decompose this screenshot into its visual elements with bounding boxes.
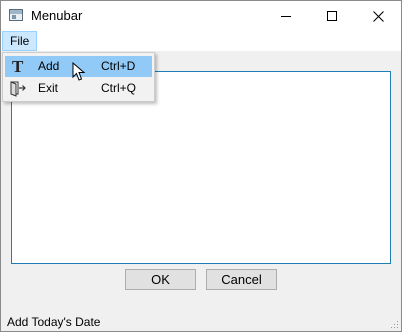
- title-bar[interactable]: Menubar: [1, 1, 401, 31]
- cancel-button[interactable]: Cancel: [206, 269, 277, 290]
- minimize-icon: [281, 16, 291, 17]
- menu-item-shortcut: Ctrl+D: [101, 59, 136, 73]
- menu-bar: File: [1, 31, 401, 51]
- app-window: Menubar File OK Cancel Add Today's Date: [0, 0, 402, 332]
- maximize-button[interactable]: [309, 1, 355, 31]
- minimize-button[interactable]: [263, 1, 309, 31]
- mouse-pointer-icon: [72, 62, 86, 81]
- text-t-icon: T: [12, 58, 24, 75]
- menu-item-label: Add: [38, 59, 60, 73]
- close-button[interactable]: [355, 1, 401, 31]
- window-title: Menubar: [31, 8, 83, 23]
- menu-file[interactable]: File: [2, 31, 38, 51]
- ok-button[interactable]: OK: [125, 269, 196, 290]
- resize-grip-icon[interactable]: [389, 319, 399, 329]
- menu-item-label: Exit: [38, 81, 59, 95]
- status-bar-text: Add Today's Date: [7, 315, 101, 329]
- maximize-icon: [327, 11, 337, 21]
- svg-text:T: T: [12, 58, 24, 75]
- close-icon: [372, 10, 384, 22]
- exit-door-icon: [10, 81, 26, 97]
- application-window-icon: [9, 9, 23, 21]
- menu-item-shortcut: Ctrl+Q: [101, 81, 137, 95]
